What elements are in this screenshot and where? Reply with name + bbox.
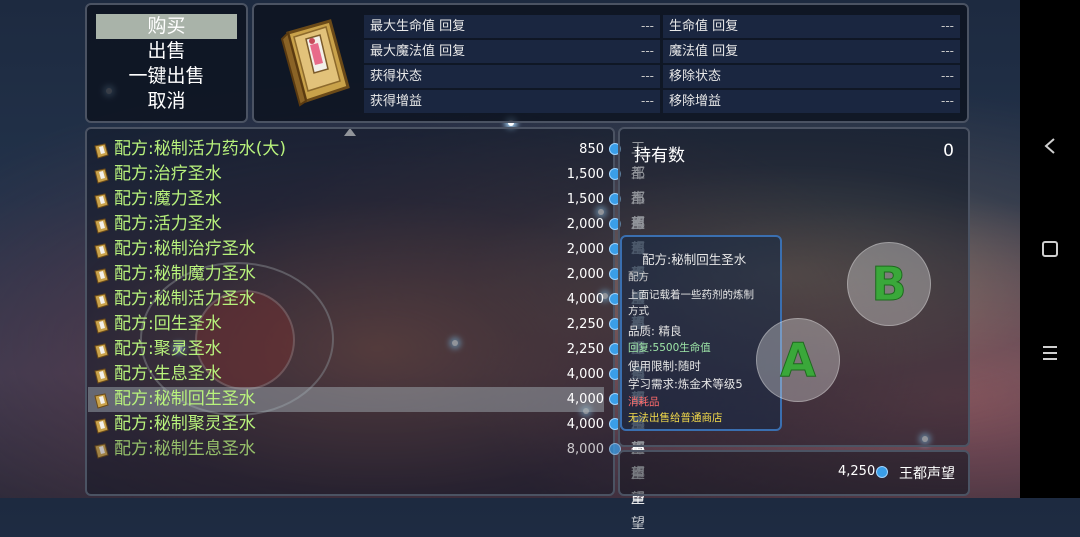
recipe-book-icon: [92, 441, 110, 459]
recipe-book-icon: [92, 191, 110, 209]
item-name: 配方:活力圣水: [114, 214, 222, 234]
coin-icon: [876, 466, 888, 478]
item-stats-panel: 最大生命值 回复 --- 最大魔法值 回复 --- 获得状态 --- 获得增益 --- …: [252, 3, 969, 123]
recipe-book-icon: [92, 241, 110, 259]
item-name: 配方:回生圣水: [114, 314, 222, 334]
description-requirement: 学习需求:炼金术等级5: [628, 377, 743, 391]
description-sell-note: 无法出售给普通商店: [628, 412, 723, 424]
stat-gain-status: 获得状态 ---: [364, 65, 660, 88]
menu-buy[interactable]: 购买: [96, 14, 237, 39]
stat-remove-buff: 移除增益 ---: [663, 90, 960, 113]
recipe-book-icon: [92, 366, 110, 384]
menu-sell[interactable]: 出售: [96, 39, 237, 64]
recipe-book-icon: [92, 166, 110, 184]
b-button-label: B: [871, 257, 907, 312]
a-button-label: A: [780, 333, 817, 388]
recipe-book-icon: [268, 15, 358, 107]
list-item[interactable]: 配方:生息圣水4,000王都声望: [88, 362, 645, 457]
list-item[interactable]: 配方:秘制活力圣水4,000王都声望: [88, 287, 645, 382]
item-price: 4,000: [566, 417, 604, 432]
list-item[interactable]: 配方:秘制治疗圣水2,000王都声望: [88, 237, 645, 332]
stat-hp-recover: 生命值 回复 ---: [663, 15, 960, 38]
stat-remove-status: 移除状态 ---: [663, 65, 960, 88]
item-price: 4,000: [566, 367, 604, 382]
item-name: 配方:秘制活力圣水: [114, 289, 256, 309]
description-quality: 品质: 精良: [628, 324, 682, 338]
owned-value: 0: [943, 141, 954, 161]
list-item[interactable]: 配方:治疗圣水1,500王都声望: [88, 162, 645, 257]
description-type: 配方: [628, 271, 649, 283]
item-name: 配方:治疗圣水: [114, 164, 222, 184]
item-price: 2,250: [566, 317, 604, 332]
item-price: 2,250: [566, 342, 604, 357]
item-price: 2,000: [566, 217, 604, 232]
item-price: 2,000: [566, 242, 604, 257]
currency-total-label: 王都声望: [899, 466, 955, 482]
menu-cancel[interactable]: 取消: [96, 89, 237, 114]
recipe-book-icon: [92, 341, 110, 359]
menu-icon[interactable]: [1020, 344, 1080, 366]
stat-gain-buff: 获得增益 ---: [364, 90, 660, 113]
item-price: 8,000: [566, 442, 604, 457]
item-name: 配方:魔力圣水: [114, 189, 222, 209]
item-name: 配方:秘制回生圣水: [114, 389, 256, 409]
recipe-book-icon: [92, 141, 110, 159]
list-item[interactable]: 配方:秘制活力药水(大) 850 王都声望: [88, 137, 645, 232]
list-item[interactable]: 配方:活力圣水2,000王都声望: [88, 212, 645, 307]
item-name: 配方:聚灵圣水: [114, 339, 222, 359]
currency-panel: 4,250 王都声望: [618, 450, 970, 496]
owned-label: 持有数: [634, 146, 685, 166]
list-item[interactable]: 配方:聚灵圣水2,250王都声望: [88, 337, 645, 432]
currency-total-value: 4,250: [838, 464, 876, 479]
item-name: 配方:生息圣水: [114, 364, 222, 384]
menu-bulk-sell[interactable]: 一键出售: [96, 64, 237, 89]
stat-max-hp-recover: 最大生命值 回复 ---: [364, 15, 660, 38]
item-price: 4,000: [566, 292, 604, 307]
list-item[interactable]: 配方:秘制聚灵圣水4,000王都声望: [88, 412, 645, 507]
shop-menu: 购买 出售 一键出售 取消: [85, 3, 248, 123]
item-price: 2,000: [566, 267, 604, 282]
description-effect: 回复:5500生命值: [628, 342, 711, 354]
recipe-book-icon: [92, 316, 110, 334]
description-consumable: 消耗品: [628, 396, 660, 408]
item-name: 配方:秘制魔力圣水: [114, 264, 256, 284]
recipe-book-icon: [92, 291, 110, 309]
list-item[interactable]: 配方:秘制生息圣水8,000王都声望: [88, 437, 645, 532]
recipe-book-icon: [92, 216, 110, 234]
recipe-book-icon: [92, 266, 110, 284]
home-icon[interactable]: [1020, 240, 1080, 262]
stat-max-mp-recover: 最大魔法值 回复 ---: [364, 40, 660, 63]
item-price: 1,500: [566, 192, 604, 207]
item-price: 1,500: [566, 167, 604, 182]
item-price: 4,000: [566, 392, 604, 407]
a-button[interactable]: A: [756, 318, 840, 402]
recipe-book-icon: [92, 391, 110, 409]
description-text-2: 方式: [628, 305, 649, 317]
description-text-1: 上面记载着一些药剂的炼制: [628, 289, 754, 301]
list-item[interactable]: 配方:回生圣水2,250王都声望: [88, 312, 645, 407]
stat-mp-recover: 魔法值 回复 ---: [663, 40, 960, 63]
description-title: 配方:秘制回生圣水: [642, 252, 747, 267]
item-description: 配方:秘制回生圣水 配方 上面记载着一些药剂的炼制 方式 品质: 精良 回复:5…: [620, 235, 782, 431]
back-icon[interactable]: [1020, 136, 1080, 160]
item-list: 配方:秘制活力药水(大)850王都声望配方:治疗圣水1,500王都声望配方:魔力…: [88, 137, 698, 532]
list-item[interactable]: 配方:秘制回生圣水4,000王都声望: [88, 387, 645, 482]
item-name: 配方:秘制生息圣水: [114, 439, 256, 459]
system-nav-bar: [1020, 0, 1080, 498]
item-name: 配方:秘制聚灵圣水: [114, 414, 256, 434]
description-limit: 使用限制:随时: [628, 359, 701, 373]
list-item[interactable]: 配方:秘制魔力圣水2,000王都声望: [88, 262, 645, 357]
list-item[interactable]: 配方:魔力圣水1,500王都声望: [88, 187, 645, 282]
b-button[interactable]: B: [847, 242, 931, 326]
recipe-book-icon: [92, 416, 110, 434]
item-name: 配方:秘制治疗圣水: [114, 239, 256, 259]
item-name: 配方:秘制活力药水(大): [114, 139, 286, 159]
item-price: 850: [579, 142, 604, 157]
